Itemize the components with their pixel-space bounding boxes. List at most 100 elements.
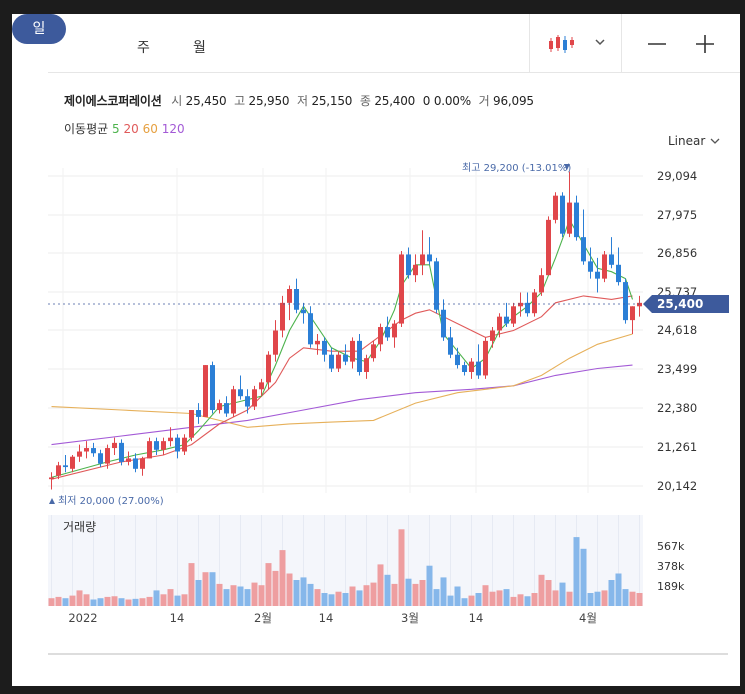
candle-body xyxy=(581,237,586,262)
candle-body xyxy=(217,403,222,411)
candle-body xyxy=(112,442,117,449)
volume-bar xyxy=(517,594,524,606)
volume-bar xyxy=(629,591,636,606)
candle-body xyxy=(441,309,446,338)
volume-bar xyxy=(76,590,83,606)
volume-bar xyxy=(573,537,580,606)
candle-body xyxy=(406,254,411,276)
volume-bar xyxy=(391,583,398,606)
ma60-line xyxy=(51,333,633,428)
volume-bar xyxy=(244,589,251,606)
volume-bar xyxy=(146,596,153,606)
candle-body xyxy=(371,344,376,359)
volume-bar xyxy=(580,548,587,606)
price-tick-label: 24,618 xyxy=(657,323,697,337)
volume-bar xyxy=(118,598,125,606)
current-price-label: 25,400 xyxy=(657,297,703,311)
volume-bar xyxy=(524,596,531,606)
volume-bar xyxy=(293,580,300,606)
min-marker-icon xyxy=(49,498,55,504)
volume-bar xyxy=(545,580,552,606)
volume-bar xyxy=(195,580,202,606)
candle-body xyxy=(532,292,537,314)
volume-bar xyxy=(587,593,594,606)
time-tick-label: 2월 xyxy=(254,611,272,625)
candle-body xyxy=(280,302,285,331)
volume-bar xyxy=(454,586,461,606)
volume-bar xyxy=(251,582,258,606)
candle-body xyxy=(546,219,551,276)
candle-body xyxy=(420,254,425,265)
volume-bar xyxy=(90,599,97,606)
volume-bar xyxy=(349,586,356,606)
candle-body xyxy=(224,403,229,414)
volume-bar xyxy=(314,589,321,606)
candle-body xyxy=(308,313,313,345)
volume-bar xyxy=(279,550,286,606)
volume-bar xyxy=(202,572,209,606)
volume-bar xyxy=(475,593,482,606)
candle-body xyxy=(413,264,418,276)
volume-bar xyxy=(566,591,573,606)
candle-body xyxy=(245,396,250,407)
candle-body xyxy=(357,340,362,372)
candle-body xyxy=(63,465,68,468)
candle-body xyxy=(287,289,292,303)
volume-bar xyxy=(237,586,244,606)
candle-body xyxy=(91,448,96,454)
volume-bar xyxy=(272,570,279,606)
candle-body xyxy=(301,309,306,314)
volume-bar xyxy=(125,599,132,606)
volume-bar xyxy=(209,572,216,606)
volume-bar xyxy=(174,595,181,606)
volume-bar xyxy=(223,589,230,606)
ma5-line xyxy=(51,218,634,478)
volume-tick-label: 378k xyxy=(657,560,685,573)
candle-body xyxy=(70,456,75,469)
volume-bar xyxy=(216,583,223,606)
volume-bar xyxy=(503,589,510,606)
volume-bar xyxy=(538,574,545,606)
price-chart[interactable]: 거래량567k378k189k29,09427,97526,85625,7372… xyxy=(0,0,745,694)
volume-bar xyxy=(363,585,370,606)
volume-bar xyxy=(286,573,293,606)
volume-bar xyxy=(419,580,426,606)
volume-bar xyxy=(188,563,195,606)
candle-body xyxy=(448,337,453,355)
candle-body xyxy=(630,306,635,321)
volume-bar xyxy=(153,590,160,606)
volume-bar xyxy=(468,595,475,606)
time-tick-label: 3월 xyxy=(401,611,419,625)
volume-bar xyxy=(447,595,454,606)
candle-body xyxy=(336,354,341,369)
price-tick-label: 23,499 xyxy=(657,362,697,376)
volume-bar xyxy=(510,596,517,606)
volume-bar xyxy=(258,585,265,606)
volume-bar xyxy=(55,596,62,606)
time-tick-label: 14 xyxy=(469,611,484,625)
candle-body xyxy=(147,441,152,459)
price-tick-label: 26,856 xyxy=(657,246,697,260)
candle-body xyxy=(182,437,187,452)
volume-bar xyxy=(83,594,90,606)
time-tick-label: 14 xyxy=(170,611,185,625)
volume-bar xyxy=(62,598,69,606)
volume-bar xyxy=(608,580,615,606)
candle-body xyxy=(539,275,544,293)
candle-body xyxy=(154,441,159,450)
candle-body xyxy=(56,465,61,476)
candle-body xyxy=(168,437,173,442)
volume-bar xyxy=(111,596,118,606)
candle-body xyxy=(553,195,558,220)
volume-bar xyxy=(594,591,601,606)
candle-body xyxy=(266,354,271,383)
candle-body xyxy=(616,264,621,283)
price-tick-label: 27,975 xyxy=(657,208,697,222)
candle-body xyxy=(378,327,383,345)
volume-tick-label: 189k xyxy=(657,580,685,593)
volume-bar xyxy=(412,583,419,606)
ma120-line xyxy=(51,364,633,446)
volume-bar xyxy=(167,589,174,606)
candle-body xyxy=(238,389,243,397)
volume-bar xyxy=(328,594,335,606)
